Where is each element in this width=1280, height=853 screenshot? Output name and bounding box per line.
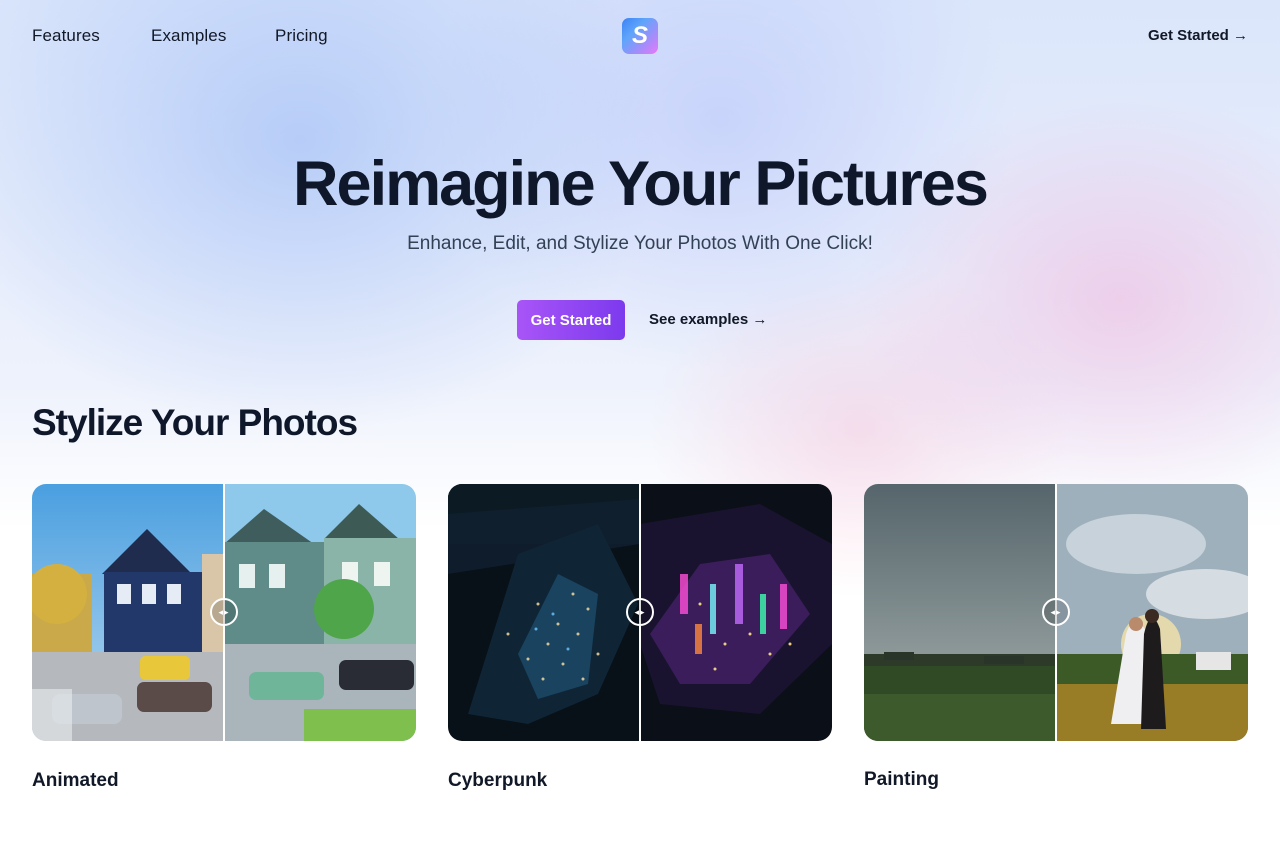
nav-link-features[interactable]: Features — [32, 26, 100, 46]
style-card-cyberpunk: ◂▸ Cyberpunk — [448, 484, 832, 791]
style-card-painting: ◂▸ Painting — [864, 484, 1248, 790]
nav-link-pricing[interactable]: Pricing — [275, 26, 328, 46]
card-label: Painting — [864, 769, 939, 790]
get-started-button[interactable]: Get Started — [517, 300, 625, 340]
before-image — [32, 484, 224, 741]
slider-handle-icon[interactable]: ◂▸ — [210, 598, 238, 626]
after-image — [1056, 484, 1248, 741]
slider-handle-icon[interactable]: ◂▸ — [626, 598, 654, 626]
slider-handle-icon[interactable]: ◂▸ — [1042, 598, 1070, 626]
after-image — [224, 484, 416, 741]
comparison-slider-animated[interactable]: ◂▸ — [32, 484, 416, 741]
logo[interactable]: S — [622, 18, 658, 54]
hero-subtitle: Enhance, Edit, and Stylize Your Photos W… — [407, 233, 873, 254]
after-image — [640, 484, 832, 741]
page: Features Examples Pricing S Get Started … — [0, 0, 1280, 853]
top-nav: Features Examples Pricing S Get Started … — [0, 0, 1280, 72]
section-title: Stylize Your Photos — [32, 402, 358, 443]
nav-get-started-link[interactable]: Get Started → — [1148, 27, 1248, 44]
before-image — [448, 484, 640, 741]
hero-title: Reimagine Your Pictures — [293, 149, 989, 219]
card-label: Animated — [32, 770, 119, 791]
comparison-slider-cyberpunk[interactable]: ◂▸ — [448, 484, 832, 741]
before-image — [864, 484, 1056, 741]
card-label: Cyberpunk — [448, 770, 548, 791]
style-card-animated: ◂▸ Animated — [32, 484, 416, 791]
nav-link-examples[interactable]: Examples — [151, 26, 226, 46]
see-examples-link[interactable]: See examples → — [649, 311, 767, 328]
logo-letter: S — [631, 22, 648, 49]
comparison-slider-painting[interactable]: ◂▸ — [864, 484, 1248, 741]
